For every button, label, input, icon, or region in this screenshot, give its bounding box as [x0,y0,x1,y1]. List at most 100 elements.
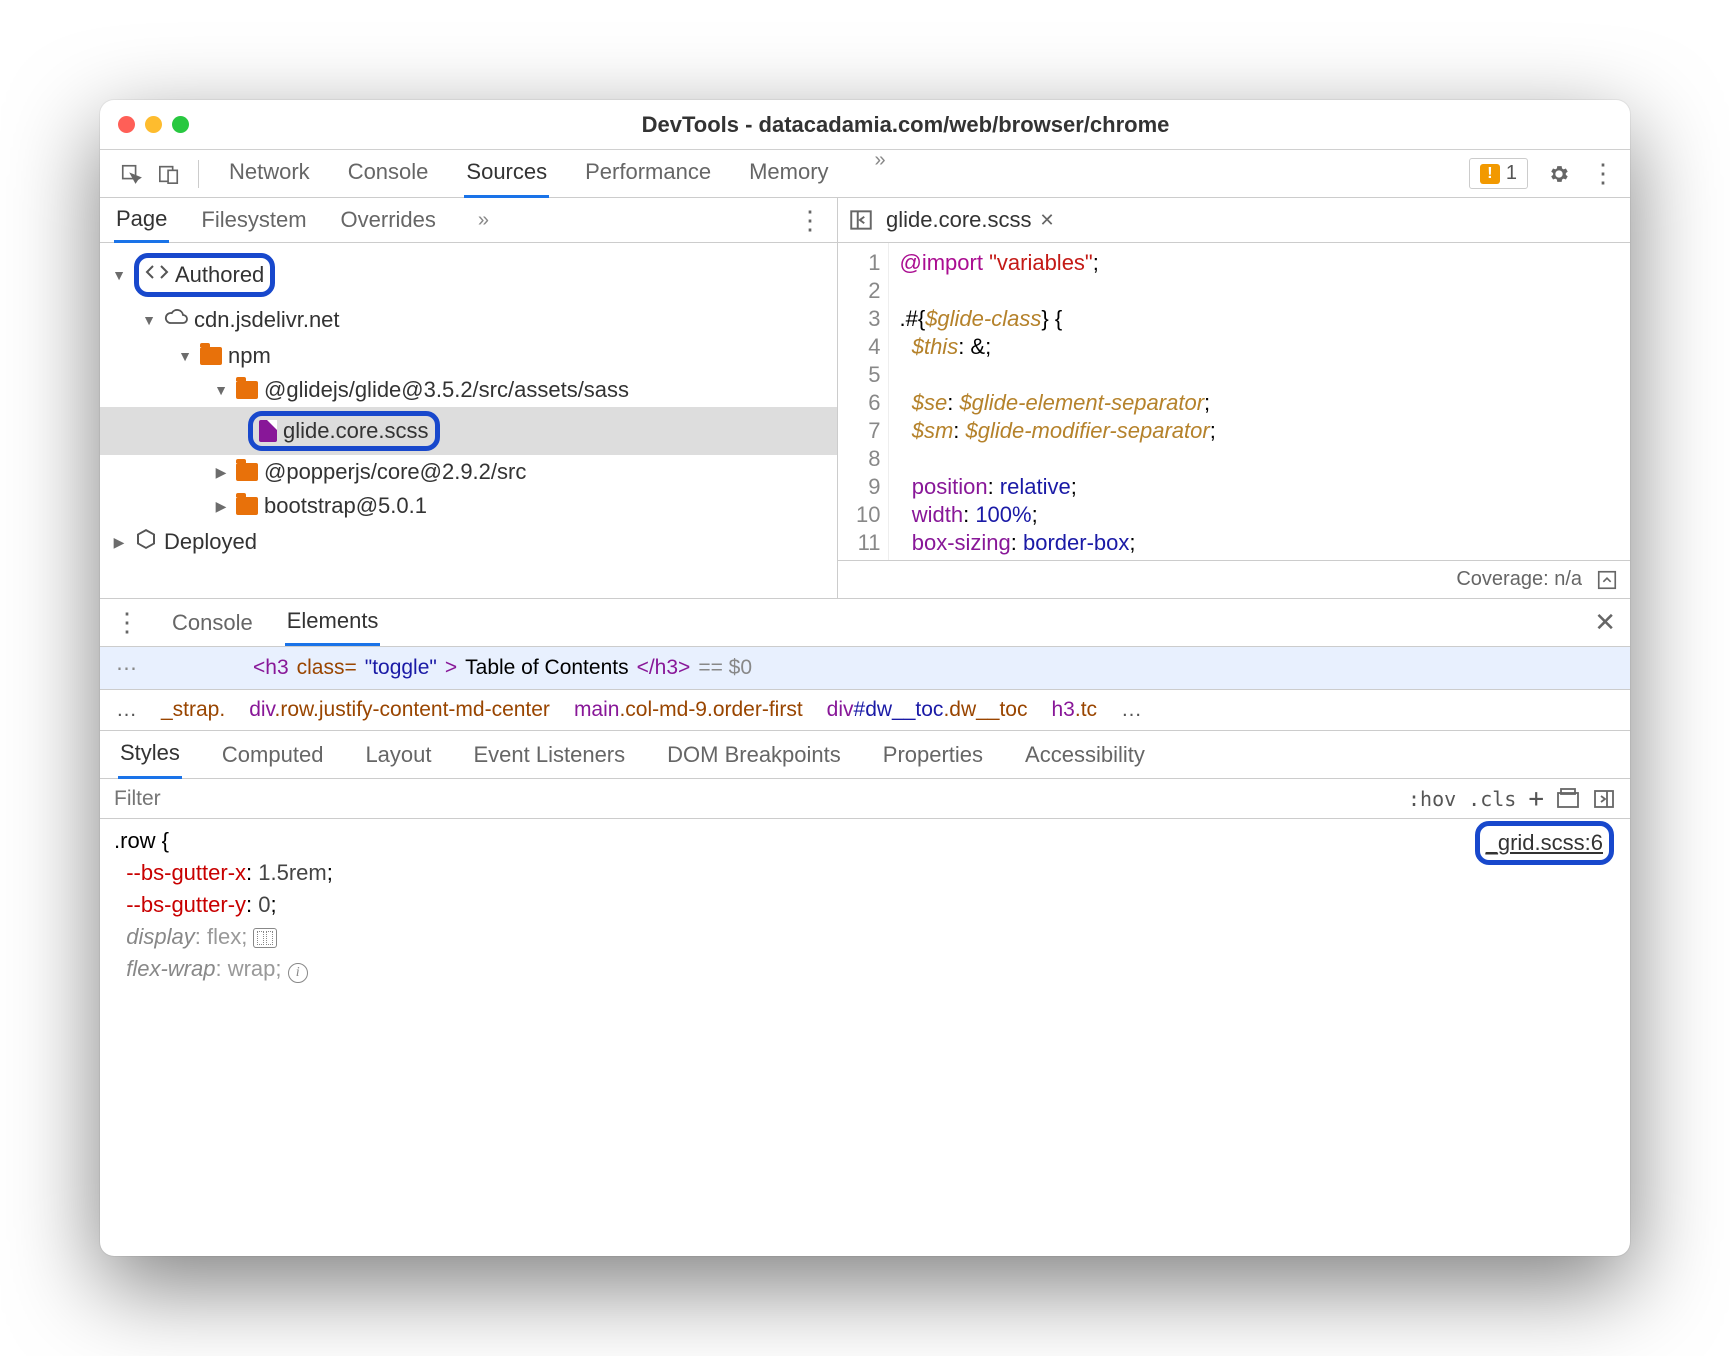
coverage-bar: Coverage: n/a [838,560,1630,598]
styles-rules[interactable]: _grid.scss:6 .row { --bs-gutter-x: 1.5re… [100,819,1630,991]
styles-filter-input[interactable] [114,787,1396,811]
drawer-menu-icon[interactable]: ⋮ [114,607,140,638]
disclosure-icon[interactable]: ▶ [110,534,128,551]
file-icon [259,420,277,442]
selected-element[interactable]: ⋯ <h3 class="toggle">Table of Contents</… [100,647,1630,689]
window-title: DevTools - datacadamia.com/web/browser/c… [199,112,1612,138]
main-toolbar: Network Console Sources Performance Memo… [100,150,1630,198]
editor-filename: glide.core.scss [886,207,1032,233]
tree-deployed[interactable]: ▶ Deployed [100,523,837,561]
drawer-tab-elements[interactable]: Elements [285,599,381,646]
code-content: @import "variables"; .#{$glide-class} { … [889,243,1225,560]
tab-performance[interactable]: Performance [583,149,713,198]
sidebar-toggle-icon[interactable] [1592,787,1616,811]
minimize-window-icon[interactable] [145,116,162,133]
folder-icon [236,463,258,481]
disclosure-icon[interactable]: ▶ [212,498,230,515]
disclosure-icon[interactable]: ▼ [212,382,230,398]
cls-toggle[interactable]: .cls [1468,787,1516,811]
navigator-pane: Page Filesystem Overrides » ⋮ ▼ Authored… [100,198,838,598]
hov-toggle[interactable]: :hov [1408,787,1456,811]
styles-tab-layout[interactable]: Layout [363,732,433,778]
warning-icon: ! [1480,164,1500,184]
editor-pane: glide.core.scss ✕ 1234567891011 @import … [838,198,1630,598]
disclosure-icon[interactable]: ▶ [212,464,230,481]
tree-label: npm [228,343,271,369]
navigator-tab-overrides[interactable]: Overrides [339,199,438,241]
tree-label: @glidejs/glide@3.5.2/src/assets/sass [264,377,629,403]
folder-icon [200,347,222,365]
disclosure-icon[interactable]: ▼ [140,312,158,328]
styles-tab-a11y[interactable]: Accessibility [1023,732,1147,778]
breadcrumb[interactable]: … _strap. div.row.justify-content-md-cen… [100,689,1630,731]
coverage-label: Coverage: n/a [1456,568,1582,591]
separator [198,160,199,188]
devtools-window: DevTools - datacadamia.com/web/browser/c… [100,100,1630,1256]
close-tab-icon[interactable]: ✕ [1040,210,1055,231]
tree-npm[interactable]: ▼ npm [100,339,837,373]
tab-sources[interactable]: Sources [464,149,549,198]
tree-glidejs[interactable]: ▼ @glidejs/glide@3.5.2/src/assets/sass [100,373,837,407]
folder-icon [236,497,258,515]
styles-tab-listeners[interactable]: Event Listeners [472,732,628,778]
styles-tab-properties[interactable]: Properties [881,732,985,778]
styles-tab-computed[interactable]: Computed [220,732,326,778]
styles-filter-bar: :hov .cls + [100,779,1630,819]
styles-tabs: Styles Computed Layout Event Listeners D… [100,731,1630,779]
computed-toggle-icon[interactable] [1556,787,1580,811]
annotation-highlight: _grid.scss:6 [1475,821,1614,865]
tree-label: bootstrap@5.0.1 [264,493,427,519]
toggle-navigator-icon[interactable] [848,207,874,233]
tab-memory[interactable]: Memory [747,149,830,198]
annotation-highlight: glide.core.scss [248,411,440,451]
drawer-tabs: ⋮ Console Elements ✕ [100,599,1630,647]
file-tree: ▼ Authored ▼ cdn.jsdelivr.net ▼ npm [100,243,837,598]
sources-split: Page Filesystem Overrides » ⋮ ▼ Authored… [100,198,1630,599]
drawer-tab-console[interactable]: Console [170,601,255,645]
issues-badge[interactable]: ! 1 [1469,158,1528,189]
close-window-icon[interactable] [118,116,135,133]
css-selector: .row { [114,825,1616,857]
tree-bootstrap[interactable]: ▶ bootstrap@5.0.1 [100,489,837,523]
disclosure-icon[interactable]: ▼ [176,348,194,364]
code-icon [145,260,169,290]
tree-label: glide.core.scss [283,418,429,444]
close-drawer-icon[interactable]: ✕ [1594,607,1616,638]
tab-network[interactable]: Network [227,149,312,198]
source-link[interactable]: _grid.scss:6 [1486,827,1603,859]
inspect-element-icon[interactable] [114,157,148,191]
style-source: _grid.scss:6 [1475,821,1614,865]
tree-authored[interactable]: ▼ Authored [100,249,837,301]
navigator-more-icon[interactable]: » [478,209,489,232]
styles-tab-breakpoints[interactable]: DOM Breakpoints [665,732,843,778]
maximize-window-icon[interactable] [172,116,189,133]
device-toolbar-icon[interactable] [152,157,186,191]
editor-tab[interactable]: glide.core.scss ✕ [886,207,1055,233]
titlebar: DevTools - datacadamia.com/web/browser/c… [100,100,1630,150]
code-editor[interactable]: 1234567891011 @import "variables"; .#{$g… [838,243,1630,560]
tree-file-selected[interactable]: glide.core.scss [100,407,837,455]
tree-domain[interactable]: ▼ cdn.jsdelivr.net [100,301,837,339]
kebab-menu-icon[interactable]: ⋮ [1590,158,1616,189]
navigator-menu-icon[interactable]: ⋮ [797,205,823,236]
flex-badge-icon[interactable] [253,928,277,948]
navigator-tab-page[interactable]: Page [114,198,169,243]
navigator-tabs: Page Filesystem Overrides » ⋮ [100,198,837,243]
line-numbers: 1234567891011 [838,243,889,560]
styles-tab-styles[interactable]: Styles [118,730,182,779]
disclosure-icon[interactable]: ▼ [110,267,128,283]
tree-label: @popperjs/core@2.9.2/src [264,459,526,485]
settings-icon[interactable] [1542,157,1576,191]
tree-popper[interactable]: ▶ @popperjs/core@2.9.2/src [100,455,837,489]
navigator-tab-filesystem[interactable]: Filesystem [199,199,308,241]
toolbar-right: ! 1 ⋮ [1469,157,1616,191]
tab-console[interactable]: Console [346,149,431,198]
traffic-lights [118,116,189,133]
new-rule-icon[interactable]: + [1528,784,1544,814]
tree-label: Deployed [164,529,257,555]
collapse-icon[interactable] [1596,569,1618,591]
info-icon[interactable]: i [288,963,308,983]
more-tabs-icon[interactable]: » [875,149,886,198]
cube-icon [134,527,158,557]
cloud-icon [164,305,188,335]
